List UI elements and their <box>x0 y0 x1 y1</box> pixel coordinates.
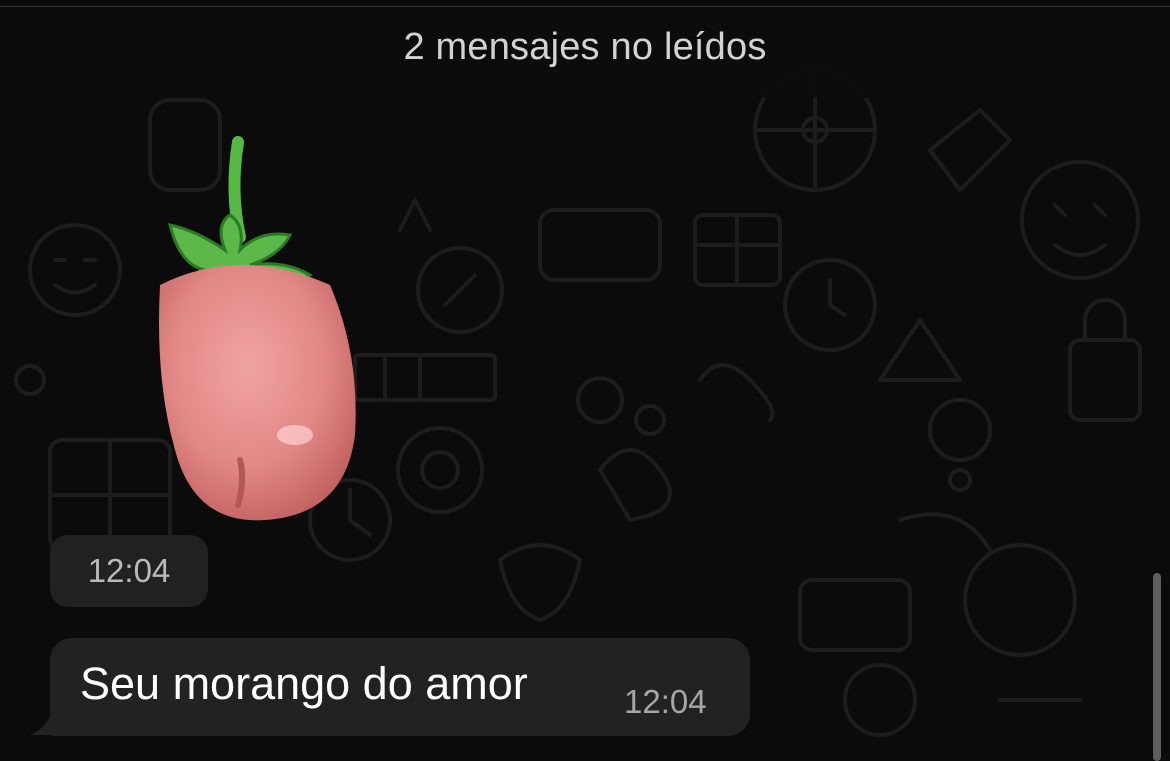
message-timestamp: 12:04 <box>624 683 707 720</box>
sticker-time: 12:04 <box>87 552 171 589</box>
message-text: Seu morango do amor <box>80 658 528 709</box>
scrollbar[interactable] <box>1153 573 1161 761</box>
sticker-timestamp: 12:04 <box>50 535 208 607</box>
unread-label: 2 mensajes no leídos <box>403 25 767 68</box>
unread-banner: 2 mensajes no leídos <box>0 8 1170 98</box>
top-divider <box>0 6 1170 7</box>
strawberry-tongue-sticker[interactable] <box>120 130 370 530</box>
